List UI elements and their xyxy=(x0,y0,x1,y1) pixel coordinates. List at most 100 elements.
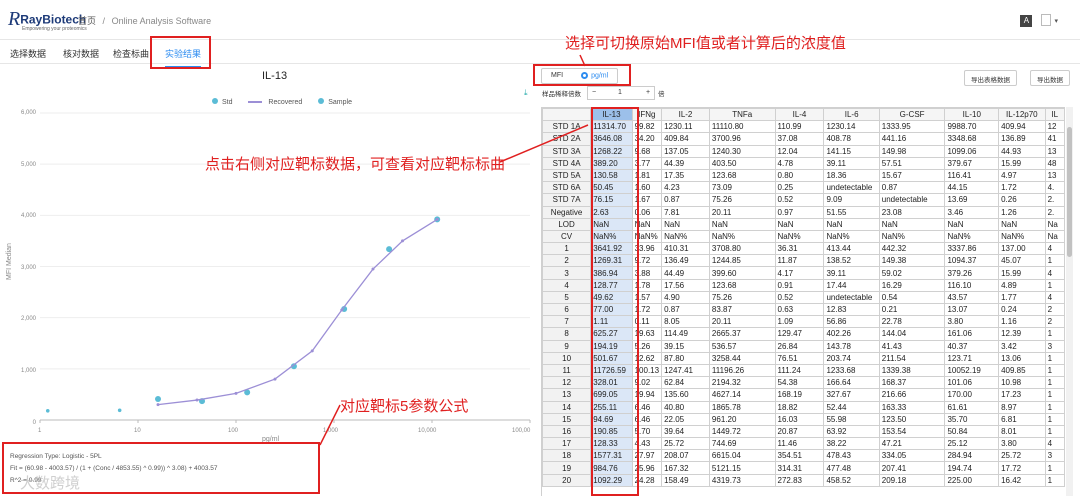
table-cell[interactable]: 4 xyxy=(1044,242,1065,256)
table-cell[interactable]: 4627.14 xyxy=(708,388,776,402)
table-cell[interactable]: NaN% xyxy=(823,229,880,244)
table-cell[interactable]: 4 xyxy=(1044,437,1065,451)
table-cell[interactable]: 149.38 xyxy=(878,254,946,268)
table-cell[interactable]: NaN xyxy=(998,217,1046,231)
table-cell[interactable]: 111.24 xyxy=(774,363,825,378)
table-cell[interactable]: 1099.06 xyxy=(944,144,1000,158)
table-cell[interactable]: 137.00 xyxy=(998,242,1046,256)
table-cell[interactable]: 441.16 xyxy=(878,132,946,146)
table-cell[interactable]: 4.17 xyxy=(774,266,825,280)
table-cell[interactable]: 0.87 xyxy=(661,302,710,317)
table-cell[interactable]: 136.89 xyxy=(998,132,1046,146)
table-cell[interactable]: 961.20 xyxy=(708,412,776,426)
table-cell[interactable]: 26.84 xyxy=(774,339,825,353)
table-cell[interactable]: 1449.72 xyxy=(708,424,776,439)
table-cell[interactable]: undetectable xyxy=(878,193,946,207)
table-cell[interactable]: 41.43 xyxy=(878,339,946,353)
table-cell[interactable]: 47.21 xyxy=(878,437,946,451)
raybiotech-logo[interactable]: RRayBiotech Empowering your proteomics xyxy=(8,8,87,32)
legend-recovered[interactable]: Recovered xyxy=(248,99,302,106)
table-cell[interactable]: NaN xyxy=(708,217,776,231)
table-cell[interactable]: 1230.14 xyxy=(823,120,880,134)
table-cell[interactable]: 116.41 xyxy=(944,168,1000,183)
table-cell[interactable]: 0.91 xyxy=(774,278,825,292)
table-cell[interactable]: 8.01 xyxy=(998,424,1046,439)
table-cell[interactable]: 0.21 xyxy=(878,302,946,317)
table-cell[interactable]: 1 xyxy=(1044,351,1065,365)
table-cell[interactable]: 25.12 xyxy=(944,437,1000,451)
table-cell[interactable]: undetectable xyxy=(823,290,880,305)
table-cell[interactable]: 123.68 xyxy=(708,168,776,183)
table-cell[interactable]: 477.48 xyxy=(823,461,880,475)
table-cell[interactable]: NaN xyxy=(774,217,825,231)
table-cell[interactable]: 63.92 xyxy=(823,424,880,439)
table-cell[interactable]: 3.42 xyxy=(998,339,1046,353)
table-cell[interactable]: 478.43 xyxy=(823,449,880,463)
table-cell[interactable]: 12.39 xyxy=(998,327,1046,341)
table-cell[interactable]: 194.74 xyxy=(944,461,1000,475)
column-header[interactable]: IL-2 xyxy=(661,108,710,122)
table-cell[interactable]: 1.77 xyxy=(998,290,1046,305)
table-cell[interactable]: 1233.68 xyxy=(823,363,880,378)
table-cell[interactable]: 62.84 xyxy=(661,376,710,390)
table-cell[interactable]: 1.26 xyxy=(998,205,1046,219)
table-cell[interactable]: 75.26 xyxy=(708,193,776,207)
table-cell[interactable]: 1 xyxy=(1044,424,1065,439)
table-cell[interactable]: 17.56 xyxy=(661,278,710,292)
table-cell[interactable]: 48 xyxy=(1044,156,1065,170)
table-cell[interactable]: 144.04 xyxy=(878,327,946,341)
table-cell[interactable]: 8.97 xyxy=(998,400,1046,414)
table-cell[interactable]: 23.08 xyxy=(878,205,946,219)
table-cell[interactable]: 403.50 xyxy=(708,156,776,170)
table-cell[interactable]: 379.67 xyxy=(944,156,1000,170)
table-cell[interactable]: NaN xyxy=(661,217,710,231)
table-cell[interactable]: 15.67 xyxy=(878,168,946,183)
legend-std[interactable]: Std xyxy=(212,98,233,106)
table-cell[interactable]: 211.54 xyxy=(878,351,946,365)
table-cell[interactable]: 1 xyxy=(1044,363,1065,378)
table-cell[interactable]: 158.49 xyxy=(661,473,710,487)
table-cell[interactable]: 408.78 xyxy=(823,132,880,146)
table-cell[interactable]: 16.42 xyxy=(998,473,1046,487)
table-cell[interactable]: NaN% xyxy=(661,229,710,244)
table-cell[interactable]: 38.22 xyxy=(823,437,880,451)
user-avatar-icon[interactable] xyxy=(1041,14,1052,27)
scrollbar-thumb[interactable] xyxy=(1067,127,1072,257)
table-cell[interactable]: 22.05 xyxy=(661,412,710,426)
table-cell[interactable]: 1.09 xyxy=(774,315,825,329)
table-cell[interactable]: 536.57 xyxy=(708,339,776,353)
table-cell[interactable]: 1865.78 xyxy=(708,400,776,414)
table-cell[interactable]: 4.23 xyxy=(661,181,710,195)
table-cell[interactable]: 13.07 xyxy=(944,302,1000,317)
table-cell[interactable]: 136.49 xyxy=(661,254,710,268)
table-cell[interactable]: 3.46 xyxy=(944,205,1000,219)
table-cell[interactable]: 4.78 xyxy=(774,156,825,170)
table-cell[interactable]: 13 xyxy=(1044,168,1065,183)
table-cell[interactable]: 76.51 xyxy=(774,351,825,365)
table-cell[interactable]: 83.87 xyxy=(708,302,776,317)
table-cell[interactable]: 11.46 xyxy=(774,437,825,451)
table-cell[interactable]: 410.31 xyxy=(661,242,710,256)
table-cell[interactable]: 170.00 xyxy=(944,388,1000,402)
table-cell[interactable]: 0.24 xyxy=(998,302,1046,317)
table-cell[interactable]: 16.29 xyxy=(878,278,946,292)
table-cell[interactable]: 12.04 xyxy=(774,144,825,158)
table-cell[interactable]: 0.54 xyxy=(878,290,946,305)
table-cell[interactable]: 413.44 xyxy=(823,242,880,256)
table-cell[interactable]: 0.52 xyxy=(774,290,825,305)
table-cell[interactable]: 334.05 xyxy=(878,449,946,463)
table-cell[interactable]: 9988.70 xyxy=(944,120,1000,134)
table-cell[interactable]: 1 xyxy=(1044,376,1065,390)
table-cell[interactable]: 15.99 xyxy=(998,266,1046,280)
table-cell[interactable]: 56.86 xyxy=(823,315,880,329)
dilution-stepper[interactable]: − 1 + xyxy=(587,86,655,100)
table-cell[interactable]: 59.02 xyxy=(878,266,946,280)
table-cell[interactable]: 87.80 xyxy=(661,351,710,365)
table-cell[interactable]: Na xyxy=(1044,229,1065,244)
table-cell[interactable]: 11.87 xyxy=(774,254,825,268)
table-cell[interactable]: 284.94 xyxy=(944,449,1000,463)
table-cell[interactable]: 39.11 xyxy=(823,156,880,170)
table-cell[interactable]: 6615.04 xyxy=(708,449,776,463)
tab-check-curve[interactable]: 检查标曲 xyxy=(113,47,149,60)
download-icon[interactable]: ⤓ xyxy=(524,88,528,98)
